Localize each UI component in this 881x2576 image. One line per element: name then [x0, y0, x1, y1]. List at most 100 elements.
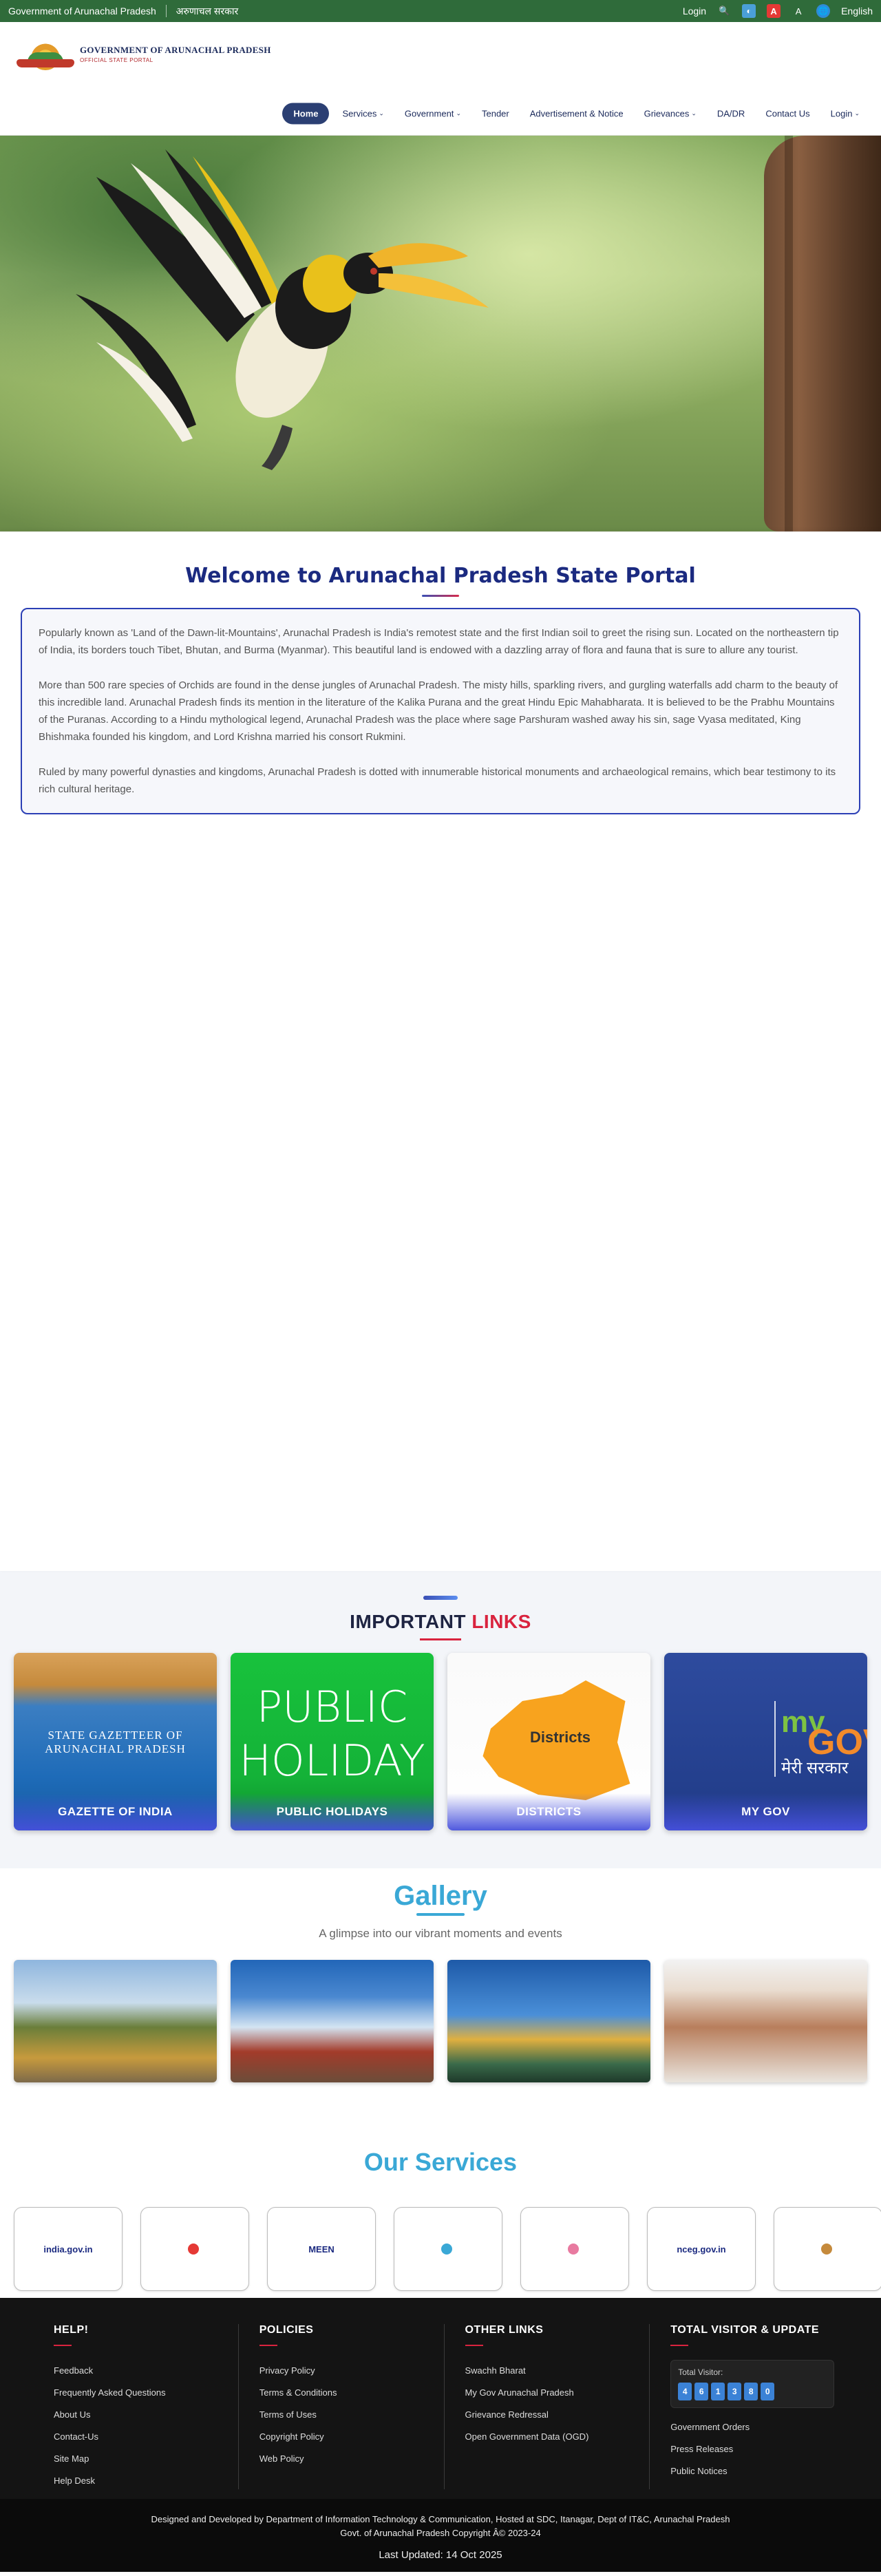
service-card-logo[interactable] [140, 2207, 249, 2291]
visitor-digit: 1 [711, 2383, 725, 2400]
mygov-card[interactable]: my GOV मेरी सरकार MY GOV [664, 1653, 867, 1830]
nav-advertisement-notice[interactable]: Advertisement & Notice [522, 103, 631, 125]
nav-grievances[interactable]: Grievances ⌄ [637, 103, 704, 125]
nav-home[interactable]: Home [282, 103, 330, 125]
credit-line: Designed and Developed by Department of … [151, 2514, 730, 2524]
footer-link[interactable]: Contact-Us [54, 2426, 217, 2448]
important-links-section: IMPORTANT LINKS STATE GAZETTEER OF ARUNA… [0, 1571, 881, 1868]
last-updated: Last Updated: 14 Oct 2025 [379, 2549, 502, 2561]
card-caption: PUBLIC HOLIDAYS [231, 1793, 434, 1830]
gazette-card[interactable]: STATE GAZETTEER OF ARUNACHAL PRADESH GAZ… [14, 1653, 217, 1830]
gallery-subtitle: A glimpse into our vibrant moments and e… [319, 1927, 562, 1940]
footer-link[interactable]: Terms of Uses [259, 2404, 423, 2426]
divider [774, 1701, 776, 1777]
title-underline [0, 1913, 881, 1916]
title-underline [14, 1638, 867, 1640]
footer-link[interactable]: Government Orders [670, 2416, 834, 2438]
footer-heading: TOTAL VISITOR & UPDATE [670, 2324, 820, 2336]
visitor-digit: 6 [694, 2383, 709, 2400]
nav-da-dr[interactable]: DA/DR [710, 103, 752, 125]
welcome-paragraph: Ruled by many powerful dynasties and kin… [39, 766, 836, 795]
chevron-down-icon: ⌄ [379, 109, 384, 117]
footer-link[interactable]: Frequently Asked Questions [54, 2382, 217, 2404]
visitor-label: Total Visitor: [678, 2367, 723, 2377]
welcome-section: Welcome to Arunachal Pradesh State Porta… [0, 531, 881, 1571]
footer-help-column: HELP! Feedback Frequently Asked Question… [34, 2324, 239, 2489]
language-select[interactable]: English [841, 6, 873, 17]
footer-link[interactable]: About Us [54, 2404, 217, 2426]
site-logo[interactable]: GOVERNMENT OF ARUNACHAL PRADESH OFFICIAL… [15, 36, 271, 72]
service-card-logo[interactable] [520, 2207, 629, 2291]
gallery-title: Gallery [394, 1881, 487, 1911]
globe-icon[interactable]: 🌐 [816, 4, 831, 18]
search-icon[interactable]: 🔍 [717, 4, 731, 18]
nav-services[interactable]: Services ⌄ [335, 103, 391, 125]
hero-banner [0, 136, 881, 531]
mygov-art-hindi: मेरी सरकार [781, 1759, 849, 1777]
visitor-digit: 4 [678, 2383, 692, 2400]
service-card-logo[interactable] [774, 2207, 881, 2291]
welcome-title: Welcome to Arunachal Pradesh State Porta… [185, 564, 696, 588]
gallery-image-collage[interactable] [664, 1960, 867, 2082]
footer-link[interactable]: Privacy Policy [259, 2360, 423, 2382]
service-logo-icon [820, 2244, 832, 2255]
footer-link[interactable]: Help Desk [54, 2470, 217, 2492]
chevron-down-icon: ⌄ [691, 109, 697, 117]
visitor-digit: 8 [744, 2383, 758, 2400]
divider [165, 5, 167, 17]
welcome-paragraph: Popularly known as 'Land of the Dawn-lit… [39, 627, 839, 656]
footer-link[interactable]: Feedback [54, 2360, 217, 2382]
font-size-increase-button[interactable]: A [767, 4, 781, 18]
nav-government[interactable]: Government ⌄ [397, 103, 469, 125]
holiday-art-text: PUBLIC HOLIDAY [239, 1682, 425, 1786]
gallery-image-monastery[interactable] [447, 1960, 650, 2082]
title-underline [0, 595, 881, 597]
gov-label: Government of Arunachal Pradesh [8, 6, 156, 17]
login-link[interactable]: Login [683, 6, 706, 17]
public-holidays-card[interactable]: PUBLIC HOLIDAY PUBLIC HOLIDAYS [231, 1653, 434, 1830]
service-card-meen[interactable]: MEEN [267, 2207, 376, 2291]
decorative-bar [14, 1596, 867, 1600]
nav-login[interactable]: Login ⌄ [823, 103, 867, 125]
nav-tender[interactable]: Tender [474, 103, 517, 125]
footer-link[interactable]: Public Notices [670, 2460, 834, 2482]
card-caption: GAZETTE OF INDIA [14, 1793, 217, 1830]
service-card-nceg[interactable]: nceg.gov.in [647, 2207, 756, 2291]
service-logo-icon [440, 2244, 452, 2255]
copyright-line: Govt. of Arunachal Pradesh Copyright Â© … [340, 2528, 541, 2538]
footer-link[interactable]: Web Policy [259, 2448, 423, 2470]
service-card-logo[interactable] [394, 2207, 502, 2291]
gallery-image-gate[interactable] [231, 1960, 434, 2082]
card-caption: MY GOV [664, 1793, 867, 1830]
services-section: Our Services india.gov.in MEEN nceg.gov.… [0, 2140, 881, 2298]
chevron-down-icon: ⌄ [456, 109, 461, 117]
footer-visitor-column: TOTAL VISITOR & UPDATE Total Visitor: 4 … [650, 2324, 855, 2489]
footer-link[interactable]: Swachh Bharat [465, 2360, 629, 2382]
font-size-normal-button[interactable]: A [792, 4, 805, 18]
main-nav: Home Services ⌄ Government ⌄ Tender Advert… [282, 103, 867, 125]
nav-contact-us[interactable]: Contact Us [758, 103, 817, 125]
visitor-digit: 0 [761, 2383, 775, 2400]
footer-other-links-column: OTHER LINKS Swachh Bharat My Gov Arunach… [445, 2324, 650, 2489]
hornbill-image [76, 149, 489, 470]
chevron-down-icon: ⌄ [854, 109, 860, 117]
site-header: GOVERNMENT OF ARUNACHAL PRADESH OFFICIAL… [0, 22, 881, 136]
gallery-section: Gallery A glimpse into our vibrant momen… [0, 1868, 881, 2140]
footer-link[interactable]: Site Map [54, 2448, 217, 2470]
districts-card[interactable]: Districts DISTRICTS [447, 1653, 650, 1830]
contrast-icon[interactable]: ◐ [742, 4, 756, 18]
gallery-image-landscape[interactable] [14, 1960, 217, 2082]
footer-link[interactable]: Terms & Conditions [259, 2382, 423, 2404]
footer-link[interactable]: Grievance Redressal [465, 2404, 629, 2426]
footer-link[interactable]: Press Releases [670, 2438, 834, 2460]
welcome-paragraph: More than 500 rare species of Orchids ar… [39, 679, 838, 743]
footer-heading: OTHER LINKS [465, 2324, 544, 2336]
footer-link[interactable]: My Gov Arunachal Pradesh [465, 2382, 629, 2404]
districts-art-text: Districts [530, 1729, 591, 1746]
hindi-label[interactable]: अरुणाचल सरकार [176, 5, 238, 18]
footer-link[interactable]: Copyright Policy [259, 2426, 423, 2448]
logo-subtitle: OFFICIAL STATE PORTAL [80, 56, 153, 63]
logo-title: GOVERNMENT OF ARUNACHAL PRADESH [80, 44, 271, 55]
footer-link[interactable]: Open Government Data (OGD) [465, 2426, 629, 2448]
service-card-india-gov[interactable]: india.gov.in [14, 2207, 123, 2291]
